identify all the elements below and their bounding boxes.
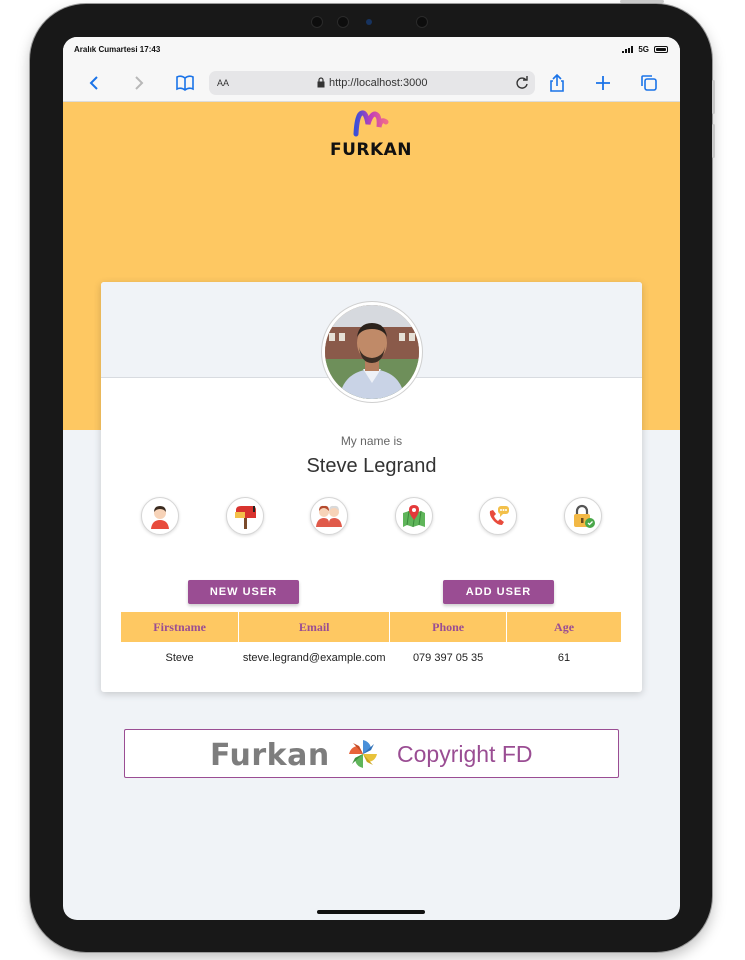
status-bar: Aralık Cumartesi 17:43 5G [63, 37, 680, 65]
pinwheel-icon [349, 740, 377, 768]
url-text: http://localhost:3000 [329, 77, 428, 89]
map-icon[interactable] [395, 497, 433, 535]
address-bar[interactable]: AA http://localhost:3000 [209, 71, 535, 95]
profile-card: My name is Steve Legrand NEW USER ADD US… [101, 282, 642, 692]
volume-button [712, 80, 715, 114]
logo-mark-icon [353, 110, 389, 137]
users-table: Firstname Email Phone Age Steve steve.le… [120, 612, 622, 674]
footer-copyright: Copyright FD [397, 741, 533, 767]
user-name: Steve Legrand [306, 455, 437, 477]
footer-brand: Furkan [210, 738, 330, 773]
battery-icon [654, 46, 668, 53]
logo-text: FURKAN [329, 140, 413, 160]
column-header-age[interactable]: Age [507, 612, 621, 642]
volume-button [712, 124, 715, 158]
cell-age: 61 [557, 652, 571, 664]
column-header-phone[interactable]: Phone [390, 612, 507, 642]
sensor-dot [416, 16, 428, 28]
text-size-button[interactable]: AA [217, 78, 229, 88]
user-icon[interactable] [141, 497, 179, 535]
browser-toolbar: AA http://localhost:3000 [63, 65, 680, 102]
footer: Furkan Copyright FD [124, 729, 619, 778]
name-subtitle: My name is [340, 434, 403, 448]
add-user-button[interactable]: ADD USER [443, 580, 554, 604]
table-row[interactable]: Steve steve.legrand@example.com 079 397 … [121, 642, 621, 674]
power-button [620, 0, 664, 3]
tabs-icon[interactable] [639, 73, 659, 93]
bookmarks-icon[interactable] [175, 73, 195, 93]
sensor-dot [337, 16, 349, 28]
column-header-email[interactable]: Email [239, 612, 390, 642]
home-indicator[interactable] [317, 910, 425, 914]
status-indicators: 5G [622, 45, 668, 54]
family-icon[interactable] [310, 497, 348, 535]
profile-icon-row [141, 497, 603, 537]
screen: Aralık Cumartesi 17:43 5G AA http://loca… [63, 37, 680, 920]
cell-firstname: Steve [165, 652, 194, 664]
camera-lens [366, 19, 372, 25]
forward-icon[interactable] [129, 73, 149, 93]
signal-icon [622, 46, 634, 53]
avatar-photo [325, 305, 419, 399]
lock-icon[interactable] [564, 497, 602, 535]
phone-icon[interactable] [479, 497, 517, 535]
brand-logo: FURKAN [321, 110, 421, 160]
table-header-row: Firstname Email Phone Age [121, 612, 621, 642]
network-label: 5G [638, 45, 649, 54]
column-header-firstname[interactable]: Firstname [121, 612, 239, 642]
mailbox-icon[interactable] [226, 497, 264, 535]
cell-email: steve.legrand@example.com [242, 652, 386, 664]
cell-phone: 079 397 05 35 [412, 652, 484, 664]
avatar [321, 301, 423, 403]
reload-icon[interactable] [513, 74, 531, 92]
share-icon[interactable] [547, 73, 567, 93]
lock-icon [317, 77, 325, 88]
sensor-dot [311, 16, 323, 28]
new-user-button[interactable]: NEW USER [188, 580, 299, 604]
status-time: Aralık Cumartesi 17:43 [74, 45, 161, 54]
new-tab-icon[interactable] [593, 73, 613, 93]
back-icon[interactable] [84, 73, 104, 93]
